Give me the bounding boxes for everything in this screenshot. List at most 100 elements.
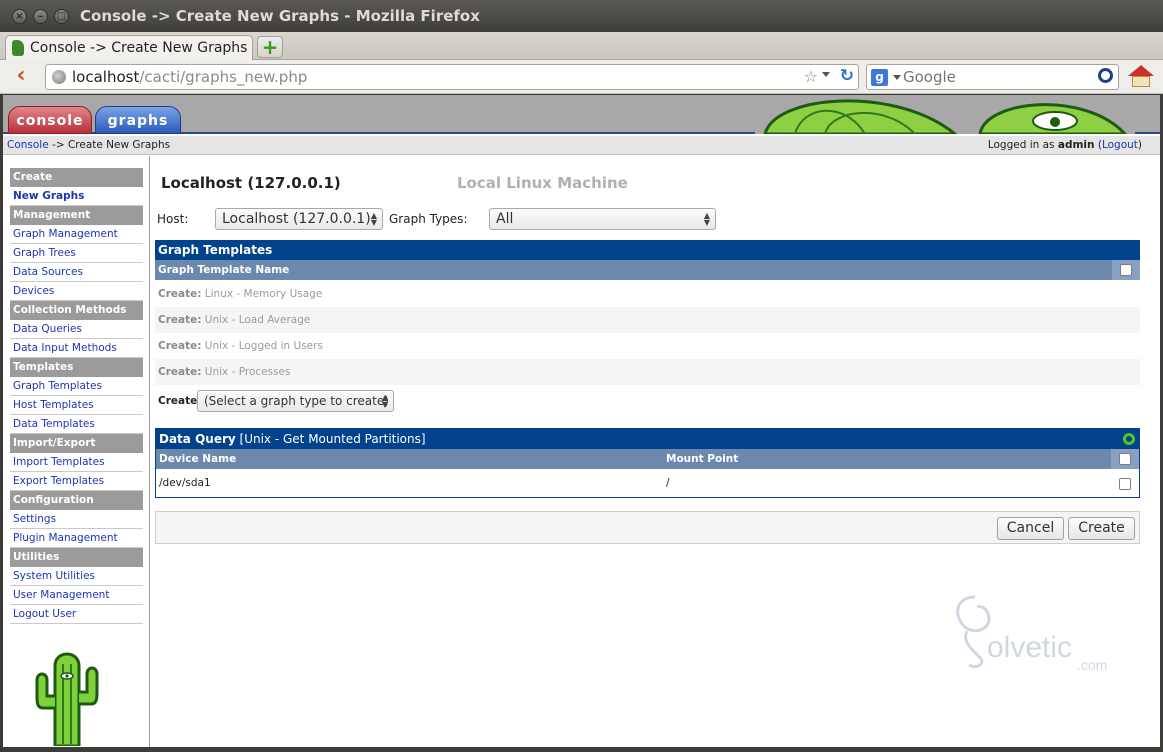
browser-navbar: ‹ localhost/cacti/graphs_new.php ☆ ↻ g: [0, 60, 1163, 94]
sidebar-item-graph-management[interactable]: Graph Management: [10, 225, 143, 244]
logout-link[interactable]: Logout: [1102, 139, 1138, 151]
site-identity-globe-icon[interactable]: [52, 70, 66, 84]
google-engine-icon[interactable]: g: [871, 69, 888, 86]
host-label: Host:: [157, 212, 189, 226]
browser-tab-title: Console -> Create New Graphs: [30, 40, 248, 56]
main-content: Localhost (127.0.0.1) Local Linux Machin…: [155, 156, 1145, 747]
search-input[interactable]: [903, 67, 1093, 87]
table-row[interactable]: Create: Unix - Logged in Users: [155, 333, 1140, 359]
sidebar-item-host-templates[interactable]: Host Templates: [10, 396, 143, 415]
select-updown-icon: ▲ ▼: [381, 393, 388, 409]
column-graph-template-name: Graph Template Name: [158, 264, 290, 276]
column-mount-point: Mount Point: [666, 453, 739, 465]
data-query-title: Data Query: [159, 432, 236, 446]
column-device-name: Device Name: [159, 453, 237, 465]
url-bar[interactable]: localhost/cacti/graphs_new.php ☆ ↻: [45, 64, 859, 90]
watermark-suffix: .com: [1077, 657, 1108, 673]
cacti-favicon-icon: [12, 40, 24, 56]
sidebar-item-system-utilities[interactable]: System Utilities: [10, 567, 143, 586]
mount-point-cell: /: [666, 477, 670, 489]
search-bar[interactable]: g: [866, 64, 1119, 90]
form-actions: Cancel Create: [155, 511, 1140, 544]
sidebar-item-plugin-management[interactable]: Plugin Management: [10, 529, 143, 548]
sidebar-item-graph-templates[interactable]: Graph Templates: [10, 377, 143, 396]
search-magnifier-icon[interactable]: [1098, 68, 1113, 83]
sidebar-item-import-templates[interactable]: Import Templates: [10, 453, 143, 472]
sidebar-header-create: Create: [10, 168, 143, 187]
create-button[interactable]: Create: [1068, 517, 1135, 540]
tab-graphs[interactable]: graphs: [95, 106, 181, 134]
cactus-logo-icon: [35, 652, 99, 746]
graph-types-label: Graph Types:: [389, 212, 468, 226]
new-tab-plus-icon[interactable]: +: [257, 36, 283, 58]
device-name-cell: /dev/sda1: [159, 477, 211, 489]
sidebar-item-user-management[interactable]: User Management: [10, 586, 143, 605]
data-query-panel: Data Query [Unix - Get Mounted Partition…: [155, 428, 1140, 498]
select-all-templates-checkbox[interactable]: [1120, 264, 1132, 276]
sidebar-item-devices[interactable]: Devices: [10, 282, 143, 301]
sidebar-header-import-export: Import/Export: [10, 434, 143, 453]
window-close-icon[interactable]: ×: [12, 9, 27, 24]
partition-row-checkbox[interactable]: [1119, 478, 1131, 490]
sidebar-item-data-templates[interactable]: Data Templates: [10, 415, 143, 434]
sidebar-item-new-graphs[interactable]: New Graphs: [10, 187, 143, 206]
create-graph-type-select[interactable]: (Select a graph type to create) ▲ ▼: [197, 390, 394, 412]
cactus-banner-image: [755, 95, 1135, 134]
select-all-partitions-checkbox[interactable]: [1119, 453, 1131, 465]
breadcrumb-current: Create New Graphs: [67, 139, 171, 151]
table-row[interactable]: Create: Unix - Load Average: [155, 307, 1140, 333]
breadcrumb-console-link[interactable]: Console: [7, 139, 49, 151]
sidebar-header-management: Management: [10, 206, 143, 225]
sidebar-item-data-queries[interactable]: Data Queries: [10, 320, 143, 339]
url-history-dropdown-icon[interactable]: [822, 72, 830, 77]
data-query-name: [Unix - Get Mounted Partitions]: [239, 432, 426, 446]
window-title: Console -> Create New Graphs - Mozilla F…: [80, 7, 480, 25]
search-engine-dropdown-icon[interactable]: [893, 75, 901, 80]
sidebar-item-export-templates[interactable]: Export Templates: [10, 472, 143, 491]
page-title: Localhost (127.0.0.1): [161, 174, 341, 192]
breadcrumb-separator: ->: [48, 139, 68, 151]
sidebar-header-configuration: Configuration: [10, 491, 143, 510]
browser-tabstrip: Console -> Create New Graphs +: [0, 32, 1163, 61]
window-bottom-edge: [0, 747, 1163, 752]
host-select[interactable]: Localhost (127.0.0.1) ▲ ▼: [215, 208, 383, 230]
solvetic-watermark: olvetic .com: [945, 591, 1125, 681]
sidebar-header-templates: Templates: [10, 358, 143, 377]
graph-types-select[interactable]: All ▲ ▼: [489, 208, 716, 230]
table-row[interactable]: Create: Unix - Processes: [155, 359, 1140, 385]
sidebar-item-graph-trees[interactable]: Graph Trees: [10, 244, 143, 263]
data-query-status-icon[interactable]: [1123, 433, 1135, 445]
sidebar: Create New Graphs Management Graph Manag…: [3, 156, 150, 747]
home-icon[interactable]: [1127, 63, 1155, 91]
login-status: Logged in as admin (Logout): [987, 139, 1142, 151]
sidebar-item-logout-user[interactable]: Logout User: [10, 605, 143, 624]
reload-icon[interactable]: ↻: [840, 66, 854, 86]
sidebar-item-settings[interactable]: Settings: [10, 510, 143, 529]
back-arrow-icon[interactable]: ‹: [8, 65, 34, 89]
url-host: localhost: [72, 68, 140, 86]
sidebar-item-data-sources[interactable]: Data Sources: [10, 263, 143, 282]
watermark-text: olvetic: [987, 631, 1073, 664]
cacti-header: console graphs: [3, 95, 1160, 134]
window-maximize-icon[interactable]: □: [54, 9, 69, 24]
cancel-button[interactable]: Cancel: [997, 517, 1064, 540]
host-description: Local Linux Machine: [457, 174, 628, 192]
page-viewport: console graphs Console -> Create New Gra…: [3, 95, 1160, 747]
tab-console[interactable]: console: [8, 106, 92, 134]
window-minimize-icon[interactable]: –: [33, 9, 48, 24]
bookmark-star-icon[interactable]: ☆: [804, 67, 818, 86]
graph-templates-header: Graph Templates: [155, 240, 1140, 260]
data-query-colheader: Device Name Mount Point: [156, 449, 1139, 469]
browser-tab-active[interactable]: Console -> Create New Graphs: [5, 35, 253, 61]
window-titlebar: × – □ Console -> Create New Graphs - Moz…: [0, 0, 1163, 32]
sidebar-menu: Create New Graphs Management Graph Manag…: [10, 168, 143, 624]
data-query-header: Data Query [Unix - Get Mounted Partition…: [156, 429, 1139, 449]
table-row[interactable]: /dev/sda1 /: [156, 471, 1139, 496]
graph-templates-colheader: Graph Template Name: [155, 260, 1140, 280]
table-row[interactable]: Create: Linux - Memory Usage: [155, 281, 1140, 307]
create-label: Create:: [158, 395, 202, 407]
breadcrumb: Console -> Create New Graphs Logged in a…: [3, 136, 1160, 155]
select-updown-icon: ▲ ▼: [370, 211, 377, 227]
sidebar-item-data-input-methods[interactable]: Data Input Methods: [10, 339, 143, 358]
url-path: /cacti/graphs_new.php: [139, 68, 308, 86]
